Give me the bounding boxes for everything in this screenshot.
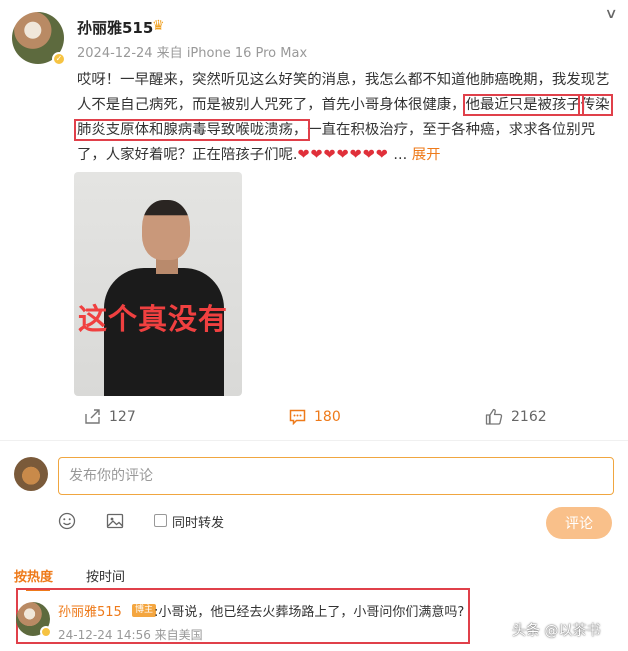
reply-avatar[interactable]: [16, 602, 52, 638]
verified-badge-icon: ✓: [52, 52, 66, 66]
expand-link[interactable]: 展开: [412, 147, 441, 163]
emoji-icon[interactable]: [58, 512, 76, 534]
share-icon: [85, 409, 100, 424]
photo-figure-head: [142, 200, 190, 260]
reply-meta: 24-12-24 14:56 来自美国: [58, 628, 203, 642]
ellipsis: ...: [388, 147, 412, 163]
share-count: 127: [109, 408, 136, 425]
comment-button[interactable]: 180: [289, 408, 341, 425]
crown-icon: ♛: [152, 18, 165, 34]
repost-label: 同时转发: [172, 516, 225, 531]
submit-comment-button[interactable]: 评论: [546, 507, 612, 539]
share-button[interactable]: 127: [84, 408, 136, 425]
chevron-down-icon[interactable]: ∨: [604, 6, 617, 22]
comment-count: 180: [314, 408, 341, 425]
post-image[interactable]: [74, 172, 242, 396]
reply-text: :小哥说，他已经去火葬场路上了，小哥问你们满意吗?: [154, 605, 465, 620]
hearts-emoji: ❤❤❤❤❤❤❤: [297, 147, 389, 163]
tab-sort-time[interactable]: 按时间: [86, 566, 125, 585]
tab-sort-hot[interactable]: 按热度: [14, 566, 53, 591]
reply-author-name[interactable]: 孙丽雅515: [58, 601, 122, 620]
repost-checkbox[interactable]: [154, 514, 167, 527]
post-meta: 2024-12-24 来自 iPhone 16 Pro Max: [77, 46, 308, 61]
verified-badge-icon: [40, 626, 52, 638]
like-count: 2162: [511, 408, 547, 425]
current-user-avatar[interactable]: [14, 457, 48, 491]
blogger-badge: 博主: [132, 604, 157, 617]
image-icon[interactable]: [106, 512, 124, 534]
highlight-segment-1: 他最近只是被孩子: [462, 94, 584, 116]
divider: [0, 440, 628, 441]
post-text: 哎呀！一早醒来，突然听见这么好笑的消息，我怎么都不知道他肺癌晚期，我发现艺人不是…: [74, 68, 617, 168]
author-avatar[interactable]: ✓: [12, 12, 66, 66]
watermark: 头条 @以茶书: [512, 623, 601, 639]
image-overlay-text: 这个真没有: [78, 302, 229, 336]
comment-icon: [289, 409, 306, 425]
thumbs-up-icon: [485, 408, 503, 425]
comment-input[interactable]: [58, 457, 614, 495]
author-name[interactable]: 孙丽雅515: [77, 17, 153, 38]
like-button[interactable]: 2162: [485, 408, 547, 425]
